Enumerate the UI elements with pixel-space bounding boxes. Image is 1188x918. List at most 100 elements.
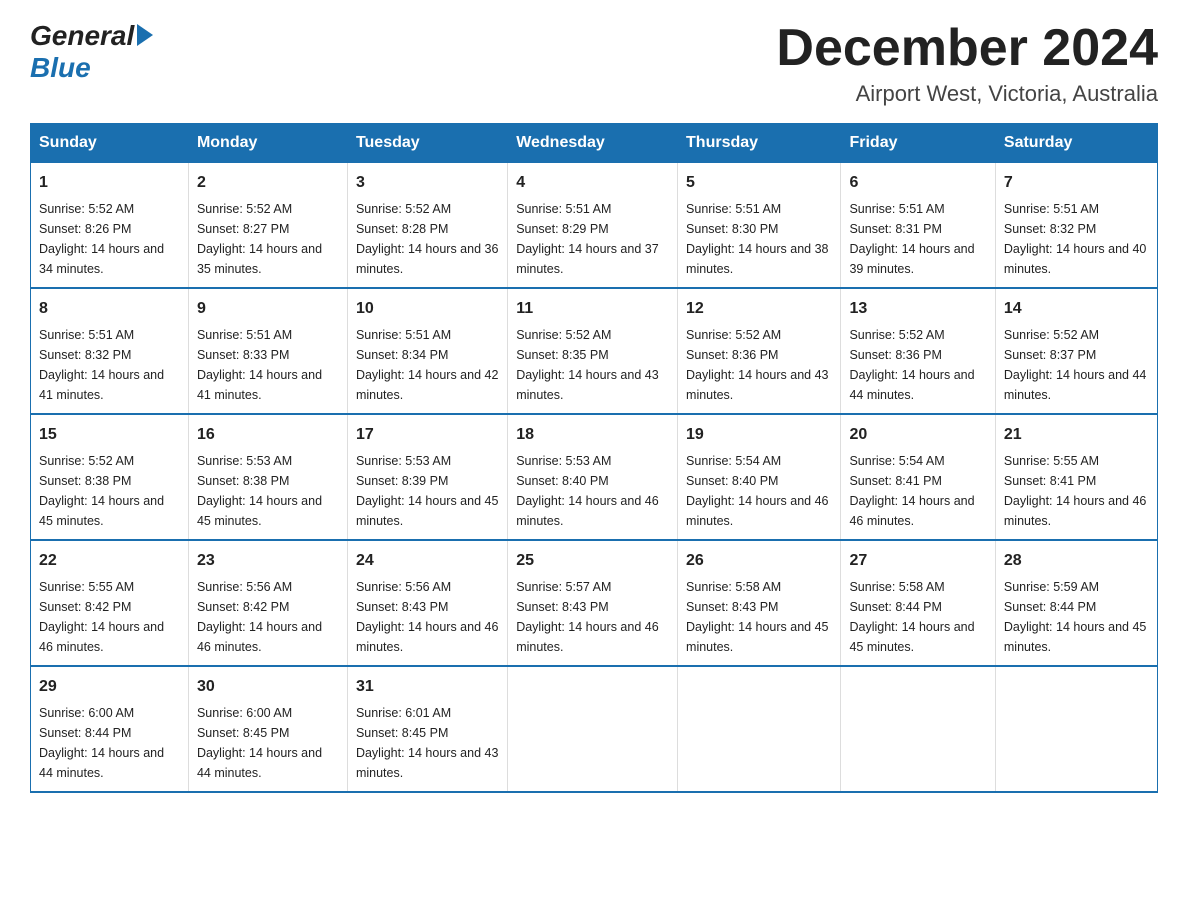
calendar-cell: 8 Sunrise: 5:51 AMSunset: 8:32 PMDaylight… — [31, 288, 189, 414]
day-info: Sunrise: 5:56 AMSunset: 8:43 PMDaylight:… — [356, 577, 499, 657]
header-thursday: Thursday — [678, 124, 841, 163]
logo-blue-text: Blue — [30, 52, 91, 84]
day-info: Sunrise: 5:52 AMSunset: 8:35 PMDaylight:… — [516, 325, 669, 405]
day-info: Sunrise: 5:52 AMSunset: 8:28 PMDaylight:… — [356, 199, 499, 279]
calendar-cell: 30 Sunrise: 6:00 AMSunset: 8:45 PMDayligh… — [188, 666, 347, 792]
calendar-cell: 16 Sunrise: 5:53 AMSunset: 8:38 PMDayligh… — [188, 414, 347, 540]
header-friday: Friday — [841, 124, 995, 163]
logo-general-text: General — [30, 20, 134, 52]
calendar-cell: 31Sunrise: 6:01 AMSunset: 8:45 PMDayligh… — [347, 666, 507, 792]
calendar-cell: 11 Sunrise: 5:52 AMSunset: 8:35 PMDayligh… — [508, 288, 678, 414]
day-info: Sunrise: 6:00 AMSunset: 8:44 PMDaylight:… — [39, 703, 180, 783]
day-info: Sunrise: 5:59 AMSunset: 8:44 PMDaylight:… — [1004, 577, 1149, 657]
calendar-cell: 15 Sunrise: 5:52 AMSunset: 8:38 PMDayligh… — [31, 414, 189, 540]
day-number: 20 — [849, 423, 986, 447]
calendar-cell: 3Sunrise: 5:52 AMSunset: 8:28 PMDaylight… — [347, 163, 507, 289]
day-number: 27 — [849, 549, 986, 573]
calendar-cell: 10 Sunrise: 5:51 AMSunset: 8:34 PMDayligh… — [347, 288, 507, 414]
day-number: 28 — [1004, 549, 1149, 573]
calendar-week-row: 15 Sunrise: 5:52 AMSunset: 8:38 PMDayligh… — [31, 414, 1158, 540]
calendar-cell — [841, 666, 995, 792]
calendar-header-row: SundayMondayTuesdayWednesdayThursdayFrid… — [31, 124, 1158, 163]
day-info: Sunrise: 5:52 AMSunset: 8:37 PMDaylight:… — [1004, 325, 1149, 405]
calendar-cell: 28 Sunrise: 5:59 AMSunset: 8:44 PMDayligh… — [995, 540, 1157, 666]
calendar-cell: 21Sunrise: 5:55 AMSunset: 8:41 PMDayligh… — [995, 414, 1157, 540]
day-number: 16 — [197, 423, 339, 447]
day-info: Sunrise: 5:51 AMSunset: 8:34 PMDaylight:… — [356, 325, 499, 405]
day-number: 30 — [197, 675, 339, 699]
month-title: December 2024 — [776, 20, 1158, 77]
day-info: Sunrise: 5:55 AMSunset: 8:41 PMDaylight:… — [1004, 451, 1149, 531]
day-info: Sunrise: 5:52 AMSunset: 8:38 PMDaylight:… — [39, 451, 180, 531]
calendar-cell: 22Sunrise: 5:55 AMSunset: 8:42 PMDayligh… — [31, 540, 189, 666]
calendar-cell: 4 Sunrise: 5:51 AMSunset: 8:29 PMDaylight… — [508, 163, 678, 289]
title-block: December 2024 Airport West, Victoria, Au… — [776, 20, 1158, 107]
calendar-cell: 6 Sunrise: 5:51 AMSunset: 8:31 PMDaylight… — [841, 163, 995, 289]
calendar-cell: 24 Sunrise: 5:56 AMSunset: 8:43 PMDayligh… — [347, 540, 507, 666]
day-info: Sunrise: 5:51 AMSunset: 8:32 PMDaylight:… — [1004, 199, 1149, 279]
day-number: 8 — [39, 297, 180, 321]
day-number: 25 — [516, 549, 669, 573]
day-number: 14 — [1004, 297, 1149, 321]
calendar-cell: 20 Sunrise: 5:54 AMSunset: 8:41 PMDayligh… — [841, 414, 995, 540]
calendar-cell: 25 Sunrise: 5:57 AMSunset: 8:43 PMDayligh… — [508, 540, 678, 666]
calendar-cell: 29 Sunrise: 6:00 AMSunset: 8:44 PMDayligh… — [31, 666, 189, 792]
day-info: Sunrise: 5:56 AMSunset: 8:42 PMDaylight:… — [197, 577, 339, 657]
header-wednesday: Wednesday — [508, 124, 678, 163]
day-info: Sunrise: 5:58 AMSunset: 8:44 PMDaylight:… — [849, 577, 986, 657]
day-number: 10 — [356, 297, 499, 321]
day-info: Sunrise: 5:52 AMSunset: 8:27 PMDaylight:… — [197, 199, 339, 279]
day-info: Sunrise: 5:53 AMSunset: 8:38 PMDaylight:… — [197, 451, 339, 531]
day-number: 11 — [516, 297, 669, 321]
day-number: 23 — [197, 549, 339, 573]
day-info: Sunrise: 5:52 AMSunset: 8:36 PMDaylight:… — [686, 325, 832, 405]
calendar-cell: 1 Sunrise: 5:52 AMSunset: 8:26 PMDaylight… — [31, 163, 189, 289]
calendar-week-row: 29 Sunrise: 6:00 AMSunset: 8:44 PMDayligh… — [31, 666, 1158, 792]
day-info: Sunrise: 5:53 AMSunset: 8:39 PMDaylight:… — [356, 451, 499, 531]
day-number: 12 — [686, 297, 832, 321]
day-number: 5 — [686, 171, 832, 195]
day-number: 19 — [686, 423, 832, 447]
header-monday: Monday — [188, 124, 347, 163]
day-number: 18 — [516, 423, 669, 447]
day-info: Sunrise: 5:52 AMSunset: 8:36 PMDaylight:… — [849, 325, 986, 405]
day-number: 29 — [39, 675, 180, 699]
calendar-cell: 27 Sunrise: 5:58 AMSunset: 8:44 PMDayligh… — [841, 540, 995, 666]
calendar-cell: 18Sunrise: 5:53 AMSunset: 8:40 PMDayligh… — [508, 414, 678, 540]
calendar-cell: 26Sunrise: 5:58 AMSunset: 8:43 PMDayligh… — [678, 540, 841, 666]
page-header: General Blue December 2024 Airport West,… — [30, 20, 1158, 107]
calendar-cell: 7 Sunrise: 5:51 AMSunset: 8:32 PMDaylight… — [995, 163, 1157, 289]
day-number: 15 — [39, 423, 180, 447]
day-info: Sunrise: 5:54 AMSunset: 8:41 PMDaylight:… — [849, 451, 986, 531]
logo: General Blue — [30, 20, 153, 84]
calendar-cell — [995, 666, 1157, 792]
day-number: 26 — [686, 549, 832, 573]
day-number: 24 — [356, 549, 499, 573]
calendar-cell — [678, 666, 841, 792]
calendar-week-row: 22Sunrise: 5:55 AMSunset: 8:42 PMDayligh… — [31, 540, 1158, 666]
day-number: 2 — [197, 171, 339, 195]
day-info: Sunrise: 5:52 AMSunset: 8:26 PMDaylight:… — [39, 199, 180, 279]
calendar-cell: 13 Sunrise: 5:52 AMSunset: 8:36 PMDayligh… — [841, 288, 995, 414]
day-info: Sunrise: 5:54 AMSunset: 8:40 PMDaylight:… — [686, 451, 832, 531]
day-info: Sunrise: 6:00 AMSunset: 8:45 PMDaylight:… — [197, 703, 339, 783]
day-number: 7 — [1004, 171, 1149, 195]
calendar-cell: 17 Sunrise: 5:53 AMSunset: 8:39 PMDayligh… — [347, 414, 507, 540]
day-number: 1 — [39, 171, 180, 195]
day-number: 17 — [356, 423, 499, 447]
calendar-cell: 2 Sunrise: 5:52 AMSunset: 8:27 PMDaylight… — [188, 163, 347, 289]
day-info: Sunrise: 5:51 AMSunset: 8:29 PMDaylight:… — [516, 199, 669, 279]
day-number: 22 — [39, 549, 180, 573]
day-number: 6 — [849, 171, 986, 195]
calendar-cell: 5Sunrise: 5:51 AMSunset: 8:30 PMDaylight… — [678, 163, 841, 289]
day-info: Sunrise: 5:51 AMSunset: 8:31 PMDaylight:… — [849, 199, 986, 279]
day-number: 13 — [849, 297, 986, 321]
calendar-cell: 14 Sunrise: 5:52 AMSunset: 8:37 PMDayligh… — [995, 288, 1157, 414]
header-saturday: Saturday — [995, 124, 1157, 163]
header-sunday: Sunday — [31, 124, 189, 163]
calendar-week-row: 1 Sunrise: 5:52 AMSunset: 8:26 PMDaylight… — [31, 163, 1158, 289]
day-info: Sunrise: 5:51 AMSunset: 8:33 PMDaylight:… — [197, 325, 339, 405]
day-number: 4 — [516, 171, 669, 195]
day-info: Sunrise: 5:57 AMSunset: 8:43 PMDaylight:… — [516, 577, 669, 657]
day-info: Sunrise: 5:51 AMSunset: 8:32 PMDaylight:… — [39, 325, 180, 405]
